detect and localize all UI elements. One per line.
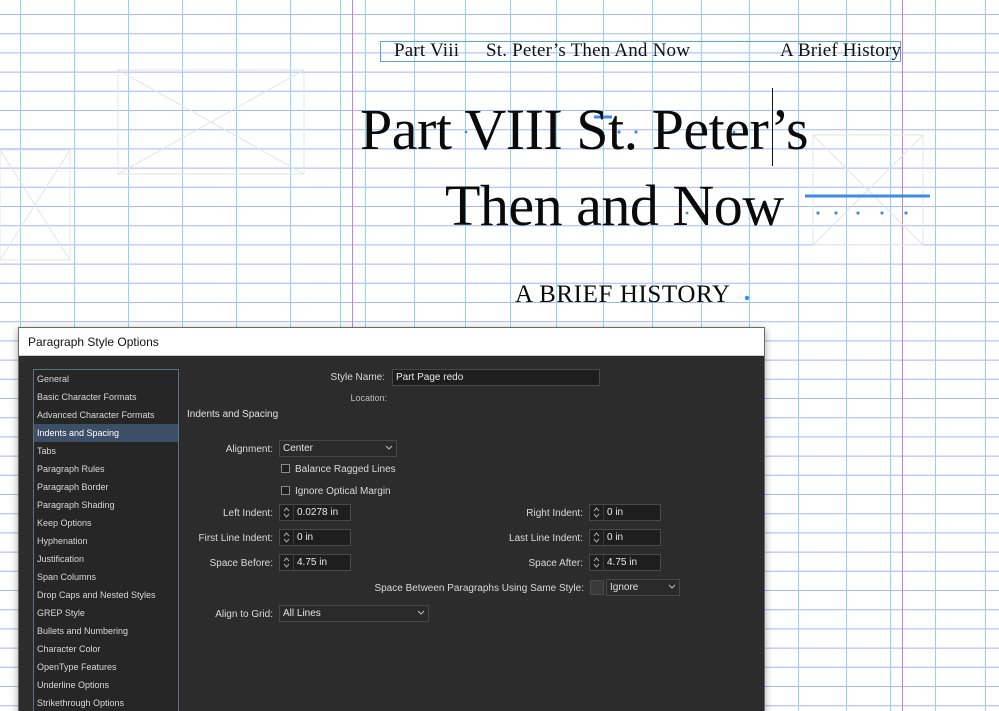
sidebar-item-paragraph-rules[interactable]: Paragraph Rules (34, 460, 178, 478)
dialog-titlebar[interactable]: Paragraph Style Options (19, 328, 764, 356)
space-before-label: Space Before: (209, 558, 273, 569)
space-before-stepper[interactable]: 4.75 in (279, 554, 351, 571)
space-after-label: Space After: (528, 558, 583, 569)
document-canvas[interactable]: Part Viii St. Peter’s Then And Now A Bri… (0, 0, 999, 711)
title-line-2[interactable]: Then and Now (445, 172, 784, 239)
chevron-down-icon (417, 610, 425, 615)
section-title: Indents and Spacing (187, 409, 279, 420)
ignore-optical-margin-checkbox[interactable] (281, 486, 290, 495)
sidebar-item-opentype-features[interactable]: OpenType Features (34, 658, 178, 676)
stepper-arrows-icon[interactable] (590, 505, 604, 520)
sidebar-item-drop-caps-and-nested-styles[interactable]: Drop Caps and Nested Styles (34, 586, 178, 604)
align-to-grid-dropdown[interactable]: All Lines (279, 605, 429, 622)
style-name-label: Style Name: (330, 372, 385, 383)
title-line-1[interactable]: Part VIII St. Peter’s (360, 96, 809, 163)
sidebar-item-bullets-and-numbering[interactable]: Bullets and Numbering (34, 622, 178, 640)
chevron-down-icon (668, 584, 676, 589)
sidebar-item-underline-options[interactable]: Underline Options (34, 676, 178, 694)
last-line-indent-value: 0 in (607, 532, 624, 543)
first-line-indent-value: 0 in (297, 532, 314, 543)
sidebar-item-span-columns[interactable]: Span Columns (34, 568, 178, 586)
alignment-label: Alignment: (225, 444, 273, 455)
sidebar-item-grep-style[interactable]: GREP Style (34, 604, 178, 622)
text-cursor (772, 88, 773, 166)
stepper-arrows-icon[interactable] (280, 505, 294, 520)
paragraph-style-options-dialog[interactable]: Paragraph Style Options General Basic Ch… (18, 327, 765, 711)
dialog-title: Paragraph Style Options (28, 335, 159, 349)
space-before-value: 4.75 in (297, 557, 328, 568)
subtitle[interactable]: A BRIEF HISTORY (515, 281, 731, 309)
alignment-dropdown[interactable]: Center (279, 440, 397, 457)
sidebar-item-strikethrough-options[interactable]: Strikethrough Options (34, 694, 178, 711)
align-to-grid-label: Align to Grid: (215, 609, 273, 620)
right-indent-stepper[interactable]: 0 in (589, 504, 661, 521)
running-header-left: Part Viii (394, 40, 460, 61)
sidebar-item-paragraph-shading[interactable]: Paragraph Shading (34, 496, 178, 514)
left-indent-value: 0.0278 in (297, 507, 339, 518)
sidebar-item-indents-and-spacing[interactable]: Indents and Spacing (34, 424, 178, 442)
stepper-arrows-icon[interactable] (280, 530, 294, 545)
space-after-stepper[interactable]: 4.75 in (589, 554, 661, 571)
last-line-indent-stepper[interactable]: 0 in (589, 529, 661, 546)
running-header-right: A Brief History (780, 40, 902, 61)
space-between-label: Space Between Paragraphs Using Same Styl… (374, 583, 584, 594)
sidebar-item-paragraph-border[interactable]: Paragraph Border (34, 478, 178, 496)
chevron-down-icon (385, 445, 393, 450)
first-line-indent-label: First Line Indent: (198, 533, 273, 544)
balance-ragged-lines-checkbox[interactable] (281, 464, 290, 473)
category-list[interactable]: General Basic Character Formats Advanced… (33, 369, 179, 711)
sidebar-item-basic-character-formats[interactable]: Basic Character Formats (34, 388, 178, 406)
align-to-grid-value: All Lines (283, 608, 321, 619)
sidebar-item-advanced-character-formats[interactable]: Advanced Character Formats (34, 406, 178, 424)
stepper-arrows-icon[interactable] (590, 530, 604, 545)
location-label: Location: (350, 393, 387, 403)
right-indent-label: Right Indent: (526, 508, 583, 519)
left-indent-stepper[interactable]: 0.0278 in (279, 504, 351, 521)
sidebar-item-keep-options[interactable]: Keep Options (34, 514, 178, 532)
sidebar-item-tabs[interactable]: Tabs (34, 442, 178, 460)
first-line-indent-stepper[interactable]: 0 in (279, 529, 351, 546)
left-indent-label: Left Indent: (222, 508, 273, 519)
stepper-arrows-icon[interactable] (590, 555, 604, 570)
running-header-center: St. Peter’s Then And Now (486, 40, 691, 61)
space-between-swatch[interactable] (590, 580, 604, 595)
balance-ragged-lines-label: Balance Ragged Lines (295, 464, 396, 475)
alignment-value: Center (283, 443, 314, 454)
space-after-value: 4.75 in (607, 557, 638, 568)
last-line-indent-label: Last Line Indent: (509, 533, 583, 544)
space-between-value: Ignore (610, 582, 639, 593)
space-between-dropdown[interactable]: Ignore (606, 579, 680, 596)
right-indent-value: 0 in (607, 507, 624, 518)
sidebar-item-character-color[interactable]: Character Color (34, 640, 178, 658)
sidebar-item-general[interactable]: General (34, 370, 178, 388)
style-name-input[interactable]: Part Page redo (392, 369, 600, 386)
ignore-optical-margin-label: Ignore Optical Margin (295, 486, 391, 497)
sidebar-item-hyphenation[interactable]: Hyphenation (34, 532, 178, 550)
sidebar-item-justification[interactable]: Justification (34, 550, 178, 568)
stepper-arrows-icon[interactable] (280, 555, 294, 570)
